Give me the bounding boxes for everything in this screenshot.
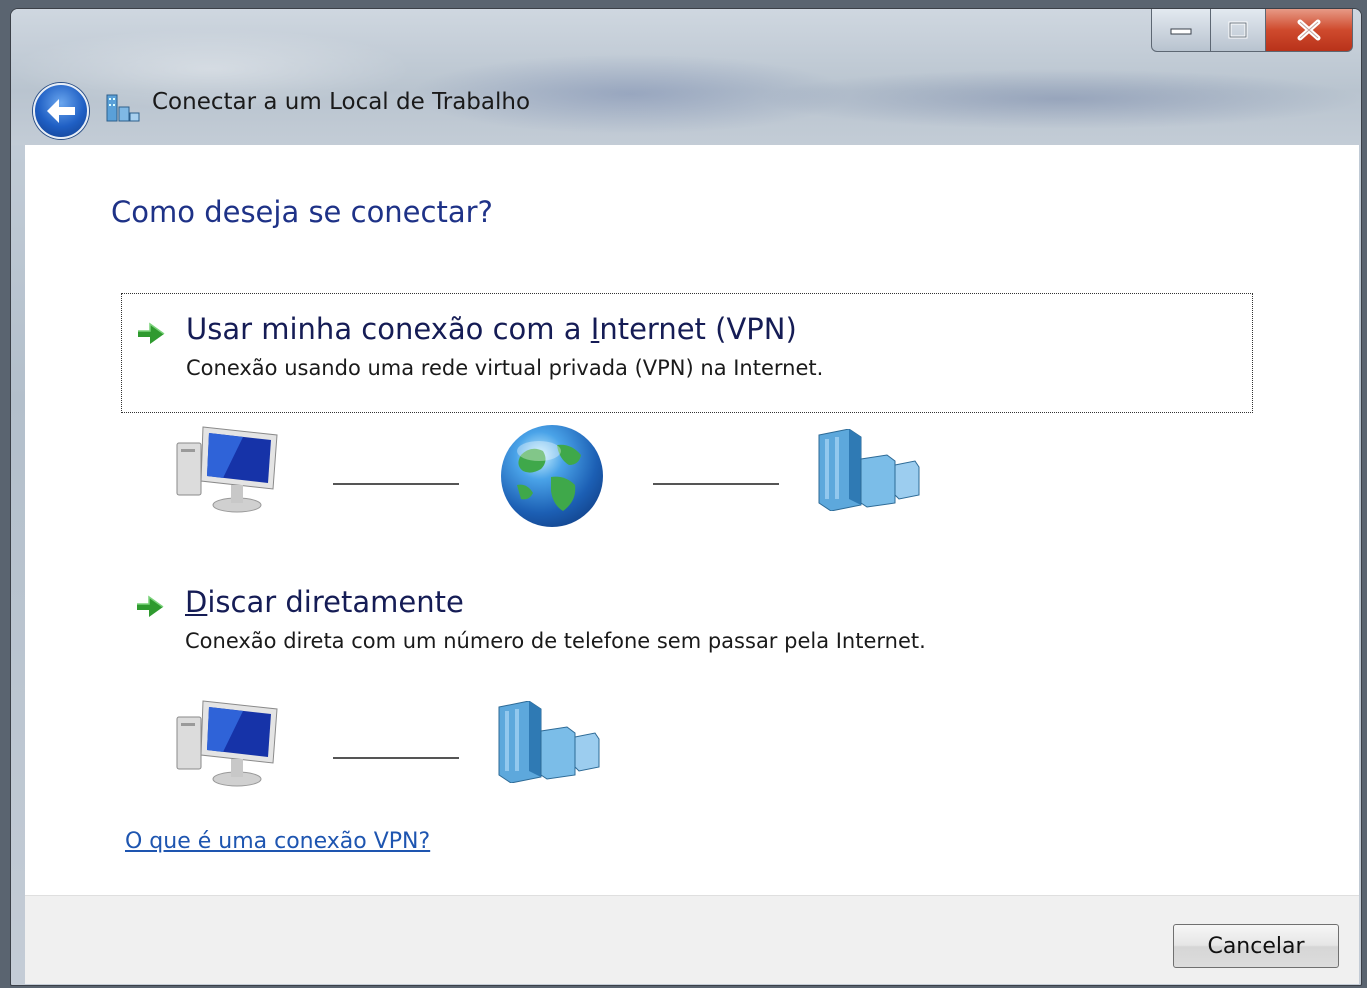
option-vpn[interactable]: Usar minha conexão com a Internet (VPN) … <box>121 293 1253 413</box>
option-vpn-description: Conexão usando uma rede virtual privada … <box>186 356 824 380</box>
minimize-button[interactable] <box>1151 9 1211 52</box>
wizard-window: Conectar a um Local de Trabalho Como des… <box>10 8 1362 986</box>
minimize-icon <box>1170 28 1192 35</box>
green-arrow-icon <box>138 322 165 344</box>
vpn-help-link[interactable]: O que é uma conexão VPN? <box>125 829 430 854</box>
maximize-icon <box>1228 21 1248 39</box>
page-heading: Como deseja se conectar? <box>111 195 493 229</box>
back-arrow-icon <box>47 99 75 123</box>
close-icon <box>1297 19 1321 41</box>
option-dial[interactable]: Discar diretamente Conexão direta com um… <box>121 567 1251 671</box>
workplace-network-icon <box>106 94 140 122</box>
green-arrow-icon <box>137 595 164 617</box>
building-icon <box>498 701 600 783</box>
wizard-content: Como deseja se conectar? Usar minha cone… <box>25 145 1359 895</box>
caption-buttons <box>1151 9 1353 52</box>
window-title: Conectar a um Local de Trabalho <box>152 89 531 115</box>
close-button[interactable] <box>1266 9 1353 52</box>
option-vpn-title: Usar minha conexão com a Internet (VPN) <box>186 312 797 346</box>
globe-icon <box>501 425 603 527</box>
wizard-footer: Cancelar <box>25 895 1359 984</box>
option-dial-title: Discar diretamente <box>185 585 464 619</box>
maximize-button[interactable] <box>1211 9 1266 52</box>
connection-line <box>653 483 779 485</box>
cancel-button[interactable]: Cancelar <box>1173 924 1339 968</box>
connection-line <box>333 483 459 485</box>
back-button[interactable] <box>33 83 89 139</box>
title-bar: Conectar a um Local de Trabalho <box>11 9 1361 145</box>
computer-icon <box>176 700 278 787</box>
computer-icon <box>176 426 278 513</box>
option-dial-description: Conexão direta com um número de telefone… <box>185 629 926 653</box>
connection-line <box>333 757 459 759</box>
building-icon <box>818 429 920 511</box>
